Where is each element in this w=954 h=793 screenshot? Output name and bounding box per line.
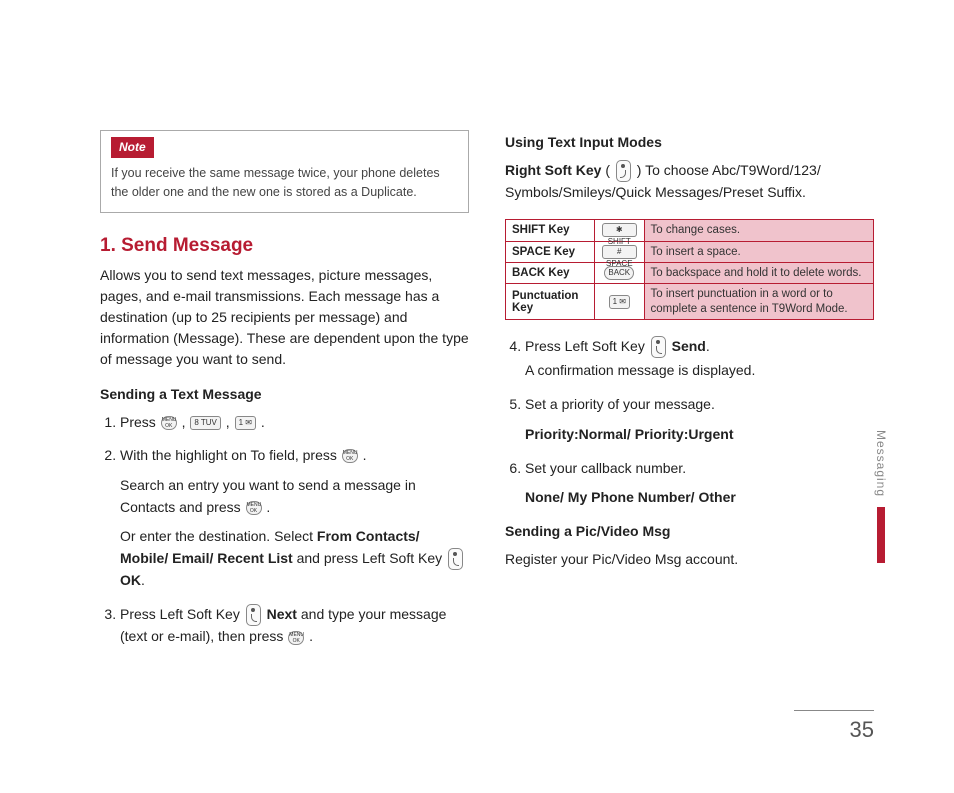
key-icon-cell: 1 ✉	[595, 284, 645, 320]
text: (	[605, 162, 614, 178]
left-soft-key-icon	[246, 604, 261, 626]
note-box: Note If you receive the same message twi…	[100, 130, 469, 213]
left-soft-key-icon	[448, 548, 463, 570]
manual-page: Note If you receive the same message twi…	[0, 0, 954, 793]
page-number: 35	[794, 717, 874, 743]
key-icon-cell: ✱ SHIFT	[595, 220, 645, 241]
menu-ok-icon: MENUOK	[342, 449, 358, 463]
callback-options: None/ My Phone Number/ Other	[525, 487, 874, 509]
key-desc: To backspace and hold it to delete words…	[644, 263, 873, 284]
key-name: SHIFT Key	[506, 220, 595, 241]
key-table: SHIFT Key ✱ SHIFT To change cases. SPACE…	[505, 219, 874, 320]
space-key-icon: # SPACE	[602, 245, 637, 259]
text: Press Left Soft Key	[525, 338, 649, 354]
table-row: SHIFT Key ✱ SHIFT To change cases.	[506, 220, 874, 241]
text: ,	[182, 414, 190, 430]
key-desc: To change cases.	[644, 220, 873, 241]
text: Set a priority of your message.	[525, 396, 715, 412]
right-soft-key-para: Right Soft Key ( ) To choose Abc/T9Word/…	[505, 160, 874, 203]
subhead-input-modes: Using Text Input Modes	[505, 134, 874, 150]
right-soft-key-icon	[616, 160, 631, 182]
key-icon-cell: # SPACE	[595, 241, 645, 262]
step-4: Press Left Soft Key Send. A confirmation…	[525, 336, 874, 382]
key-icon-cell: BACK	[595, 263, 645, 284]
back-key-icon: BACK	[604, 266, 634, 280]
left-soft-key-icon	[651, 336, 666, 358]
punctuation-key-icon: 1 ✉	[609, 295, 630, 309]
text: Or enter the destination. Select	[120, 528, 317, 544]
menu-ok-icon: MENUOK	[246, 501, 262, 515]
step-1: Press MENUOK , 8 TUV , 1 ✉ .	[120, 412, 469, 434]
step-6: Set your callback number. None/ My Phone…	[525, 458, 874, 509]
note-text: If you receive the same message twice, y…	[111, 164, 458, 202]
footer: 35	[794, 710, 874, 743]
side-tab: Messaging	[874, 430, 888, 563]
step-2: With the highlight on To field, press ME…	[120, 445, 469, 592]
text: .	[266, 499, 270, 515]
steps-list-right: Press Left Soft Key Send. A confirmation…	[505, 336, 874, 509]
step-2-sub2: Or enter the destination. Select From Co…	[120, 526, 469, 592]
right-column: Using Text Input Modes Right Soft Key ( …	[505, 130, 874, 660]
subhead-sending-text: Sending a Text Message	[100, 386, 469, 402]
steps-list-left: Press MENUOK , 8 TUV , 1 ✉ . With the hi…	[100, 412, 469, 648]
key-name: Punctuation Key	[506, 284, 595, 320]
key-desc: To insert punctuation in a word or to co…	[644, 284, 873, 320]
text: ,	[226, 414, 234, 430]
section-intro: Allows you to send text messages, pictur…	[100, 265, 469, 370]
text: .	[141, 572, 145, 588]
subhead-pic-video: Sending a Pic/Video Msg	[505, 523, 874, 539]
key-8-icon: 8 TUV	[190, 416, 221, 430]
side-label: Messaging	[874, 430, 888, 497]
step-3: Press Left Soft Key Next and type your m…	[120, 604, 469, 648]
table-row: BACK Key BACK To backspace and hold it t…	[506, 263, 874, 284]
next-text: Next	[267, 606, 297, 622]
text: With the highlight on To field, press	[120, 447, 341, 463]
table-row: Punctuation Key 1 ✉ To insert punctuatio…	[506, 284, 874, 320]
section-heading: 1. Send Message	[100, 235, 469, 257]
step-2-sub1: Search an entry you want to send a messa…	[120, 475, 469, 518]
text: .	[309, 628, 313, 644]
footer-rule	[794, 710, 874, 711]
step-5: Set a priority of your message. Priority…	[525, 394, 874, 445]
shift-key-icon: ✱ SHIFT	[602, 223, 637, 237]
text: Set your callback number.	[525, 460, 686, 476]
left-column: Note If you receive the same message twi…	[100, 130, 469, 660]
side-marker	[877, 507, 885, 563]
two-columns: Note If you receive the same message twi…	[100, 130, 874, 660]
menu-ok-icon: MENUOK	[288, 631, 304, 645]
text: Press	[120, 414, 160, 430]
text: .	[261, 414, 265, 430]
label: Right Soft Key	[505, 162, 601, 178]
pic-video-text: Register your Pic/Video Msg account.	[505, 549, 874, 570]
text: and press Left Soft Key	[297, 550, 446, 566]
text: .	[363, 447, 367, 463]
text: .	[706, 338, 710, 354]
key-name: BACK Key	[506, 263, 595, 284]
priority-options: Priority:Normal/ Priority:Urgent	[525, 424, 874, 446]
table-row: SPACE Key # SPACE To insert a space.	[506, 241, 874, 262]
note-tag: Note	[111, 137, 154, 158]
key-desc: To insert a space.	[644, 241, 873, 262]
key-name: SPACE Key	[506, 241, 595, 262]
step-4-sub: A confirmation message is displayed.	[525, 360, 874, 382]
text: Press Left Soft Key	[120, 606, 244, 622]
menu-ok-icon: MENUOK	[161, 416, 177, 430]
key-1-icon: 1 ✉	[235, 416, 256, 430]
ok-text: OK	[120, 572, 141, 588]
send-text: Send	[672, 338, 706, 354]
